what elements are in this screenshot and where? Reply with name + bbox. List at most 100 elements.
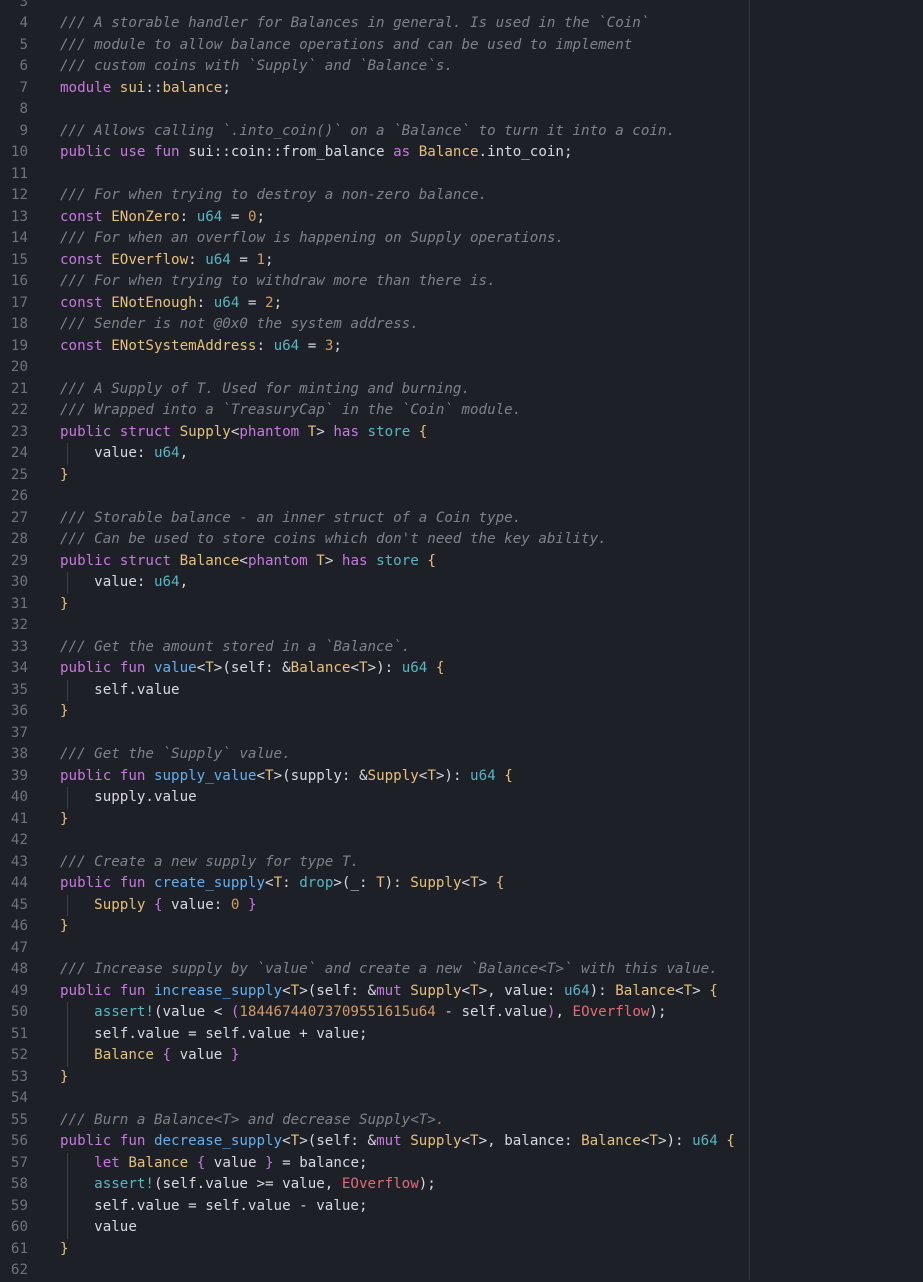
code-token: Balance (128, 1154, 197, 1171)
code-token: decrease_supply (153, 1133, 283, 1149)
code-token: = (239, 294, 266, 311)
code-token: u64 (401, 660, 436, 676)
code-text: /// Sender is not @0x0 the system addres… (60, 314, 419, 336)
code-text: self.value (60, 680, 180, 702)
code-token: /// custom coins with `Supply` and `Bala… (60, 58, 453, 74)
code-text: self.value = self.value + value; (60, 1024, 367, 1046)
code-token: /// Storable balance - an inner struct o… (60, 509, 522, 526)
code-text: } (60, 701, 69, 723)
code-text: const ENonZero: u64 = 0; (60, 207, 265, 229)
code-token: .into_coin; (478, 144, 573, 160)
code-editor[interactable]: 3 4/// A storable handler for Balances in… (0, 0, 923, 1280)
code-token: > (324, 552, 342, 569)
code-text: const ENotEnough: u64 = 2; (60, 293, 282, 315)
code-token: } (60, 595, 69, 612)
code-token: /// Increase supply by `value` and creat… (60, 961, 718, 977)
code-token: T (205, 660, 214, 676)
code-token: } (60, 1068, 69, 1085)
code-token: ): (384, 875, 411, 891)
code-token: = (230, 251, 257, 268)
code-token: 18446744073709551615u64 (239, 1004, 436, 1020)
code-token: } (60, 1240, 69, 1257)
code-text: value: u64, (60, 443, 188, 465)
code-token: } (230, 1047, 240, 1063)
line-number: 47 (10, 939, 28, 956)
line-number: 5 (19, 36, 28, 53)
code-token: { (196, 1154, 206, 1171)
line-number: 39 (10, 767, 28, 784)
code-token: Balance (94, 1047, 163, 1063)
code-token: self.value (60, 681, 180, 698)
code-text: self.value = self.value - value; (60, 1196, 368, 1218)
line-number: 3 (19, 0, 28, 10)
code-token: ; (265, 251, 274, 268)
code-token: >(self: & (299, 982, 377, 999)
code-token: : (282, 875, 300, 891)
code-token: /// Sender is not @0x0 the system addres… (60, 316, 419, 332)
line-number: 26 (10, 488, 28, 504)
code-text: public struct Balance<phantom T> has sto… (60, 551, 436, 573)
code-token: supply_value (153, 767, 257, 784)
code-text: Supply { value: 0 } (60, 895, 256, 917)
code-token: = balance; (273, 1154, 368, 1171)
code-token: u64 (564, 982, 590, 999)
code-token: Balance (290, 660, 351, 676)
code-token: const (60, 294, 112, 311)
code-token: T (470, 1133, 479, 1149)
code-token: public fun (60, 875, 154, 891)
line-number: 8 (19, 101, 28, 117)
code-token: /// For when an overflow is happening on… (60, 230, 564, 246)
code-token: public fun (60, 1133, 154, 1149)
code-token: store (376, 552, 428, 569)
code-token: ): (589, 982, 616, 999)
code-token: assert! (94, 1176, 154, 1192)
code-token: < (461, 982, 471, 999)
line-number: 6 (19, 58, 28, 74)
code-token: u64 (153, 445, 180, 461)
code-token: { (709, 982, 718, 999)
code-text: /// For when trying to withdraw more tha… (60, 271, 496, 293)
line-number: 11 (10, 165, 28, 182)
code-token: { (726, 1133, 735, 1149)
code-token: EOverflow (111, 251, 189, 268)
code-token: const (60, 251, 112, 268)
line-number: 35 (10, 681, 28, 698)
code-token: /// module to allow balance operations a… (60, 36, 633, 53)
code-token: ENotSystemAddress (111, 337, 257, 354)
code-token: const (60, 337, 112, 354)
code-token: < (196, 660, 206, 676)
code-token: >): (435, 767, 471, 784)
code-token: Supply (410, 875, 462, 891)
line-number: 55 (10, 1111, 28, 1128)
code-token: } (60, 703, 69, 719)
code-token: EOverflow (572, 1004, 650, 1020)
code-token: value (153, 660, 197, 676)
line-number: 4 (19, 15, 28, 31)
code-token: < (239, 552, 248, 569)
code-token: 1 (256, 251, 266, 268)
code-token: < (265, 875, 274, 891)
code-token: , (555, 1004, 573, 1020)
code-token: } (265, 1154, 274, 1171)
code-token: < (461, 1133, 471, 1149)
code-token: value (60, 1219, 137, 1235)
code-token: sui::coin::from_balance (188, 144, 394, 160)
line-number: 41 (10, 810, 28, 827)
line-number: 56 (10, 1133, 28, 1149)
code-token: { (418, 423, 428, 440)
code-token: : (196, 294, 214, 311)
code-token: ); (649, 1004, 667, 1020)
line-number: 12 (10, 187, 28, 203)
code-token: < (675, 982, 684, 999)
code-text: public fun value<T>(self: &Balance<T>): … (60, 658, 444, 680)
code-token: drop (299, 875, 334, 891)
code-token: value: (60, 574, 154, 590)
code-token: = (299, 337, 325, 354)
code-token: T (290, 982, 300, 999)
code-token: self.value = self.value - value; (60, 1197, 368, 1214)
code-text: /// Burn a Balance<T> and decrease Suppl… (60, 1110, 444, 1132)
code-token: >): (367, 660, 402, 676)
code-token: > (692, 982, 710, 999)
